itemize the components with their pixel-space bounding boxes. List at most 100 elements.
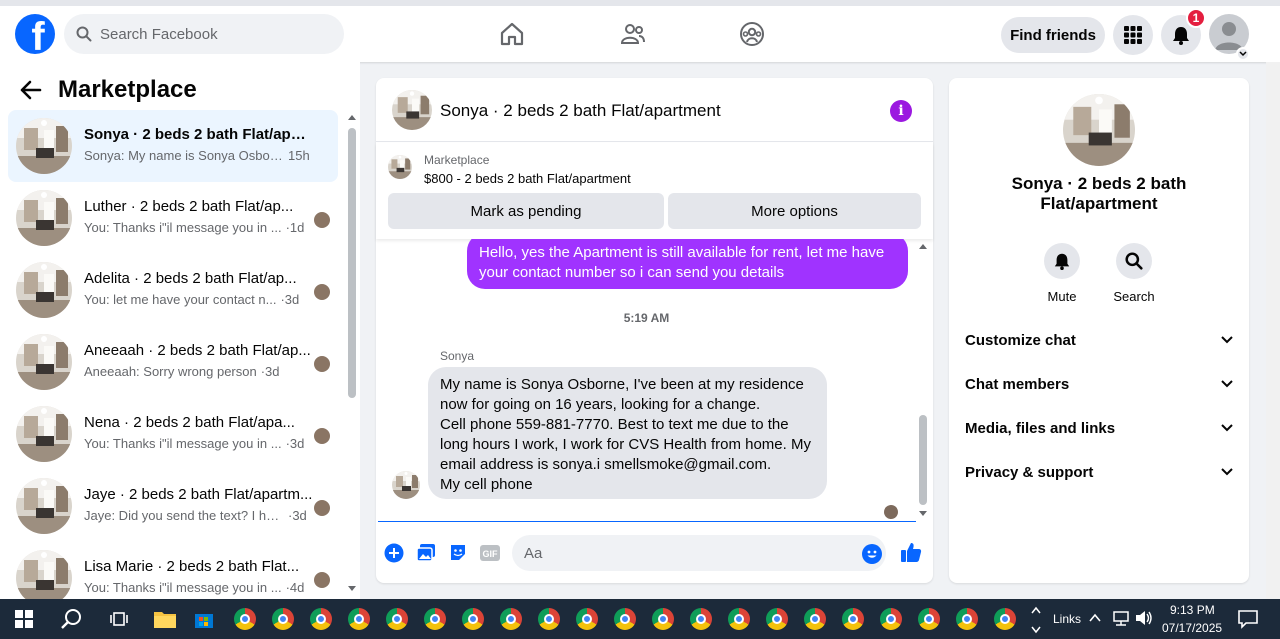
- outgoing-message: Hello, yes the Apartment is still availa…: [467, 239, 908, 289]
- conversation-snippet: You: Thanks i"il message you in ... ·1d: [84, 220, 322, 235]
- conversation-thumbnail: [16, 478, 72, 534]
- info-icon[interactable]: i: [890, 100, 912, 122]
- listing-large-thumbnail[interactable]: [1063, 94, 1135, 166]
- notification-center-icon[interactable]: [1238, 609, 1258, 629]
- conversation-snippet-text: Jaye: Did you send the text? I have...: [84, 508, 284, 523]
- groups-icon[interactable]: [738, 20, 766, 48]
- chrome-browser-icon[interactable]: [879, 607, 903, 631]
- chevron-down-icon: [1221, 468, 1233, 476]
- more-options-button[interactable]: More options: [668, 193, 921, 229]
- section-label: Chat members: [965, 375, 1070, 393]
- marketplace-label: Marketplace: [424, 153, 490, 167]
- chrome-browser-icon[interactable]: [765, 607, 789, 631]
- conversation-snippet-text: Sonya: My name is Sonya Osborn...: [84, 148, 284, 163]
- conversation-time: ·3d: [285, 436, 305, 451]
- scroll-up-arrow-icon[interactable]: [919, 243, 927, 249]
- facebook-logo-icon[interactable]: f: [15, 14, 55, 54]
- search-facebook-input[interactable]: Search Facebook: [64, 14, 344, 54]
- conversation-item[interactable]: Sonya · 2 beds 2 bath Flat/apart... Sonya…: [8, 110, 338, 182]
- chrome-browser-icon[interactable]: [993, 607, 1017, 631]
- taskbar-date[interactable]: 07/17/2025: [1162, 621, 1222, 635]
- details-section-chat-members[interactable]: Chat members: [965, 372, 1233, 396]
- details-section-customize-chat[interactable]: Customize chat: [965, 328, 1233, 352]
- chrome-browser-icon[interactable]: [727, 607, 751, 631]
- scrollbar-thumb[interactable]: [919, 415, 927, 505]
- microsoft-store-icon[interactable]: [192, 607, 216, 631]
- scrollbar-thumb[interactable]: [348, 128, 356, 398]
- task-view-icon[interactable]: [107, 607, 131, 631]
- scroll-up-arrow-icon[interactable]: [348, 114, 356, 120]
- conversation-item[interactable]: Aneeaah · 2 beds 2 bath Flat/ap... Aneeaa…: [8, 326, 338, 398]
- volume-icon[interactable]: [1135, 610, 1153, 626]
- details-section-privacy-support[interactable]: Privacy & support: [965, 460, 1233, 484]
- sender-avatar[interactable]: [392, 471, 420, 499]
- chrome-browser-icon[interactable]: [385, 607, 409, 631]
- back-arrow-icon[interactable]: [20, 80, 42, 100]
- search-in-chat-action[interactable]: Search: [1104, 243, 1164, 304]
- conversation-snippet: Sonya: My name is Sonya Osborn... 15h: [84, 148, 322, 163]
- chrome-browser-icon[interactable]: [689, 607, 713, 631]
- chat-details-panel: Sonya · 2 beds 2 bath Flat/apartment Mut…: [949, 78, 1249, 583]
- chrome-browser-icon[interactable]: [423, 607, 447, 631]
- conversation-name: Lisa Marie · 2 beds 2 bath Flat...: [84, 558, 300, 575]
- conversation-list-scrollbar[interactable]: [346, 112, 358, 599]
- chevron-down-icon[interactable]: [1236, 47, 1250, 61]
- marketplace-conversation-list: Marketplace Sonya · 2 beds 2 bath Flat/a…: [0, 62, 360, 606]
- scroll-down-arrow-icon[interactable]: [919, 511, 927, 517]
- gif-icon[interactable]: GIF: [480, 543, 500, 563]
- chrome-browser-icon[interactable]: [651, 607, 675, 631]
- conversation-thumbnail: [16, 406, 72, 462]
- file-explorer-icon[interactable]: [153, 607, 177, 631]
- conversation-item[interactable]: Nena · 2 beds 2 bath Flat/apa... You: Tha…: [8, 398, 338, 470]
- chrome-browser-icon[interactable]: [803, 607, 827, 631]
- page-scrollbar[interactable]: [1266, 62, 1280, 599]
- chevron-up-icon[interactable]: [1089, 613, 1101, 623]
- mute-action[interactable]: Mute: [1032, 243, 1092, 304]
- conversation-item[interactable]: Luther · 2 beds 2 bath Flat/ap... You: Th…: [8, 182, 338, 254]
- sticker-icon[interactable]: [448, 543, 468, 563]
- chrome-browser-icon[interactable]: [499, 607, 523, 631]
- home-icon[interactable]: [498, 20, 526, 48]
- emoji-icon[interactable]: [862, 544, 882, 564]
- taskbar-time[interactable]: 9:13 PM: [1170, 603, 1215, 617]
- chrome-browser-icon[interactable]: [309, 607, 333, 631]
- conversation-time: ·3d: [288, 508, 307, 523]
- chat-title[interactable]: Sonya · 2 beds 2 bath Flat/apartment: [440, 101, 721, 121]
- chrome-browser-icon[interactable]: [917, 607, 941, 631]
- chrome-browser-icon[interactable]: [613, 607, 637, 631]
- mark-as-pending-button[interactable]: Mark as pending: [388, 193, 664, 229]
- taskbar-scroll-arrows-icon[interactable]: [1030, 605, 1042, 635]
- windows-start-icon[interactable]: [12, 607, 36, 631]
- chrome-browser-icon[interactable]: [233, 607, 257, 631]
- grid-icon: [1124, 26, 1142, 44]
- chrome-browser-icon[interactable]: [537, 607, 561, 631]
- chrome-browser-icon[interactable]: [955, 607, 979, 631]
- scroll-down-arrow-icon[interactable]: [348, 586, 356, 592]
- taskbar-search-icon[interactable]: [60, 607, 84, 631]
- chrome-browser-icon[interactable]: [575, 607, 599, 631]
- links-toolbar[interactable]: Links: [1053, 612, 1081, 626]
- conversation-time: ·3d: [260, 364, 280, 379]
- conversation-thumbnail: [16, 190, 72, 246]
- photo-icon[interactable]: [416, 543, 436, 563]
- listing-price-title[interactable]: $800 - 2 beds 2 bath Flat/apartment: [424, 171, 631, 186]
- message-input[interactable]: Aa: [512, 535, 886, 571]
- chrome-browser-icon[interactable]: [461, 607, 485, 631]
- friends-icon[interactable]: [619, 20, 647, 48]
- conversation-name: Aneeaah · 2 beds 2 bath Flat/ap...: [84, 342, 311, 359]
- network-icon[interactable]: [1112, 610, 1130, 626]
- chrome-browser-icon[interactable]: [347, 607, 371, 631]
- details-title: Sonya · 2 beds 2 bath Flat/apartment: [1011, 174, 1187, 213]
- like-thumb-icon[interactable]: [900, 541, 922, 563]
- listing-thumbnail[interactable]: [392, 90, 432, 130]
- details-section-media-files-and-links[interactable]: Media, files and links: [965, 416, 1233, 440]
- conversation-item[interactable]: Adelita · 2 beds 2 bath Flat/ap... You: l…: [8, 254, 338, 326]
- plus-circle-icon[interactable]: [384, 543, 404, 563]
- chrome-browser-icon[interactable]: [841, 607, 865, 631]
- find-friends-button[interactable]: Find friends: [1001, 17, 1105, 53]
- menu-grid-button[interactable]: [1113, 15, 1153, 55]
- chrome-browser-icon[interactable]: [271, 607, 295, 631]
- message-scrollbar[interactable]: [917, 239, 929, 523]
- conversation-item[interactable]: Jaye · 2 beds 2 bath Flat/apartm... Jaye:…: [8, 470, 338, 542]
- conversation-thumbnail: [16, 334, 72, 390]
